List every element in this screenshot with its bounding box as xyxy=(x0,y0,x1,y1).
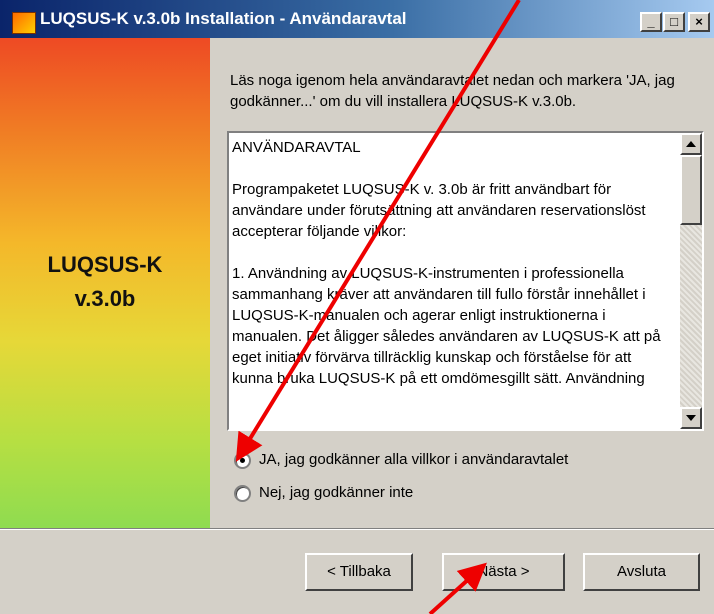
scroll-down-button[interactable] xyxy=(680,407,702,429)
product-name: LUQSUS-K v.3.0b xyxy=(0,248,210,316)
decline-radio-button[interactable] xyxy=(234,485,251,502)
back-button[interactable]: < Tillbaka xyxy=(305,553,413,591)
main-content: Läs noga igenom hela användaravtalet ned… xyxy=(210,38,714,528)
installer-app-icon xyxy=(12,12,36,34)
maximize-button[interactable]: □ xyxy=(663,12,685,32)
next-button[interactable]: Nästa > xyxy=(442,553,565,591)
product-name-line1: LUQSUS-K xyxy=(47,252,163,277)
scroll-up-button[interactable] xyxy=(680,133,702,155)
radio-selected-dot xyxy=(240,458,245,463)
title-bar[interactable]: LUQSUS-K v.3.0b Installation - Användara… xyxy=(0,0,714,38)
footer-divider xyxy=(0,528,714,530)
accept-radio-button[interactable] xyxy=(234,452,251,469)
intro-text: Läs noga igenom hela användaravtalet ned… xyxy=(230,72,675,110)
license-textbox[interactable]: ANVÄNDARAVTAL Programpaketet LUQSUS-K v.… xyxy=(227,131,704,431)
arrow-up-icon xyxy=(686,141,696,147)
cancel-button[interactable]: Avsluta xyxy=(583,553,700,591)
license-text: ANVÄNDARAVTAL Programpaketet LUQSUS-K v.… xyxy=(232,139,661,387)
decline-radio-label[interactable]: Nej, jag godkänner inte xyxy=(259,482,413,504)
arrow-down-icon xyxy=(686,415,696,421)
side-banner: LUQSUS-K v.3.0b xyxy=(0,38,210,528)
installer-window: LUQSUS-K v.3.0b Installation - Användara… xyxy=(0,0,714,614)
minimize-button[interactable]: _ xyxy=(640,12,662,32)
window-title: LUQSUS-K v.3.0b Installation - Användara… xyxy=(40,9,407,28)
scroll-thumb[interactable] xyxy=(680,155,702,225)
close-button[interactable]: × xyxy=(688,12,710,32)
accept-radio-label[interactable]: JA, jag godkänner alla villkor i använda… xyxy=(259,449,568,471)
product-version: v.3.0b xyxy=(74,286,136,311)
license-scrollbar[interactable] xyxy=(680,133,702,429)
